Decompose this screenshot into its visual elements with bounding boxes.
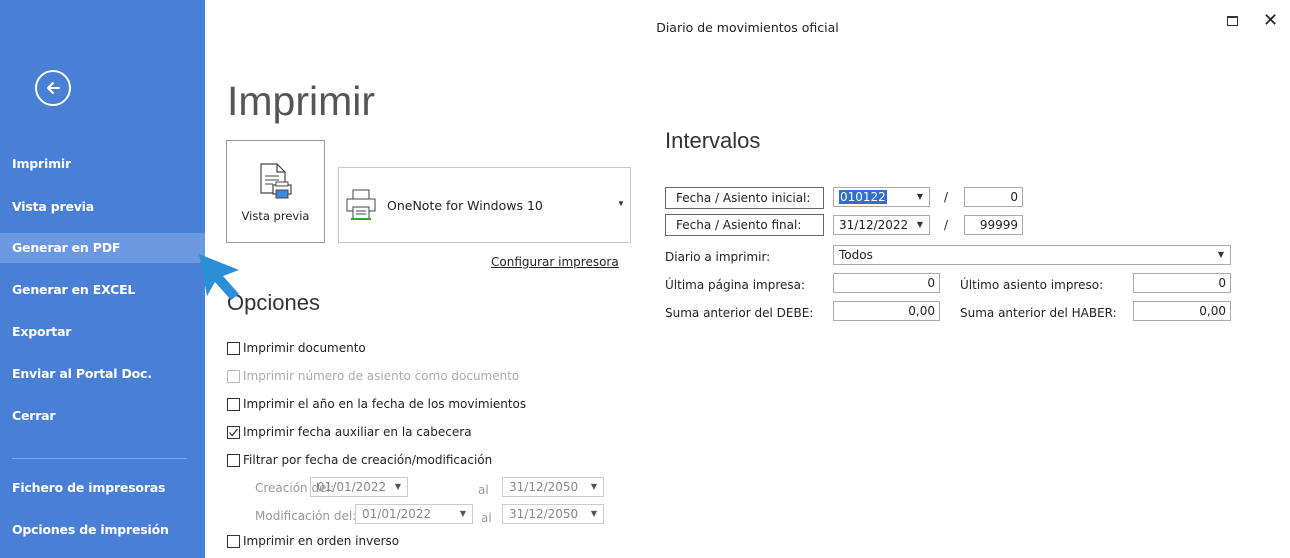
start-slash: / [944, 190, 949, 204]
start-label-button[interactable]: Fecha / Asiento inicial: [665, 187, 824, 209]
title-bar: Diario de movimientos oficial ✕ [205, 0, 1290, 55]
vista-previa-label: Vista previa [241, 209, 310, 223]
vista-previa-button[interactable]: Vista previa [226, 140, 325, 243]
modification-to-select: 31/12/2050 ▼ [502, 504, 604, 524]
intervals-title: Intervalos [665, 128, 761, 153]
chevron-down-icon: ▼ [590, 509, 597, 518]
chevron-down-icon: ▼ [394, 482, 401, 491]
checkbox [227, 369, 240, 383]
sidebar-item-imprimir[interactable]: Imprimir [0, 149, 205, 179]
haber-input[interactable]: 0,00 [1133, 301, 1231, 321]
diary-label: Diario a imprimir: [665, 250, 771, 264]
diary-select[interactable]: Todos ▼ [833, 245, 1231, 265]
creation-from-select: 01/01/2022 ▼ [310, 477, 408, 497]
pointer-arrow-icon [199, 254, 239, 300]
sidebar-item-generar-pdf[interactable]: Generar en PDF [0, 233, 205, 263]
start-date-select[interactable]: 010122 ▼ [833, 187, 930, 207]
end-date-value[interactable]: 31/12/2022 [839, 218, 908, 232]
start-seat-input[interactable]: 0 [964, 187, 1023, 207]
check-label: Imprimir fecha auxiliar en la cabecera [243, 425, 472, 439]
end-date-select[interactable]: 31/12/2022 ▼ [833, 215, 930, 235]
check-orden-inverso[interactable]: Imprimir en orden inverso [227, 533, 399, 549]
haber-label: Suma anterior del HABER: [960, 306, 1117, 320]
check-imprimir-anio[interactable]: Imprimir el año en la fecha de los movim… [227, 396, 526, 412]
chevron-down-icon: ▼ [590, 482, 597, 491]
sidebar-item-fichero-impresoras[interactable]: Fichero de impresoras [0, 473, 205, 503]
diary-value: Todos [839, 248, 873, 262]
printer-name: OneNote for Windows 10 [387, 198, 543, 213]
checkbox[interactable] [227, 534, 240, 548]
creation-to-value: 31/12/2050 [509, 480, 579, 494]
sidebar-divider [12, 458, 187, 459]
modification-from-select: 01/01/2022 ▼ [355, 504, 473, 524]
sidebar-item-enviar-portal[interactable]: Enviar al Portal Doc. [0, 359, 205, 389]
check-label: Imprimir número de asiento como document… [243, 369, 520, 383]
checkbox[interactable] [227, 397, 240, 411]
checkbox[interactable] [227, 453, 240, 467]
check-label: Imprimir el año en la fecha de los movim… [243, 397, 527, 411]
modification-to-value: 31/12/2050 [509, 507, 579, 521]
chevron-down-icon[interactable]: ▼ [917, 216, 923, 234]
printer-selector[interactable]: OneNote for Windows 10 ▼ [338, 167, 631, 243]
creation-al: al [478, 483, 489, 497]
close-icon[interactable]: ✕ [1263, 10, 1278, 31]
printer-icon [346, 189, 376, 220]
chevron-down-icon[interactable]: ▼ [1218, 246, 1224, 264]
document-printer-icon [260, 163, 292, 199]
check-label: Filtrar por fecha de creación/modificaci… [243, 453, 493, 467]
check-imprimir-fecha-auxiliar[interactable]: Imprimir fecha auxiliar en la cabecera [227, 424, 472, 440]
sidebar-item-exportar[interactable]: Exportar [0, 317, 205, 347]
last-page-label: Última página impresa: [665, 278, 806, 292]
last-page-input[interactable]: 0 [833, 273, 940, 293]
creation-from-value: 01/01/2022 [317, 480, 387, 494]
chevron-down-icon[interactable]: ▼ [617, 199, 625, 208]
window-title: Diario de movimientos oficial [656, 20, 839, 35]
debe-label: Suma anterior del DEBE: [665, 306, 814, 320]
sidebar-item-opciones-impresion[interactable]: Opciones de impresión [0, 515, 205, 545]
end-label-button[interactable]: Fecha / Asiento final: [665, 214, 824, 236]
end-seat-input[interactable]: 99999 [964, 215, 1023, 235]
last-seat-input[interactable]: 0 [1133, 273, 1231, 293]
debe-input[interactable]: 0,00 [833, 301, 940, 321]
check-label: Imprimir en orden inverso [243, 534, 400, 548]
checkmark-icon [229, 428, 239, 436]
check-imprimir-numero-asiento: Imprimir número de asiento como document… [227, 368, 519, 384]
chevron-down-icon[interactable]: ▼ [917, 188, 923, 206]
check-filtrar-fecha[interactable]: Filtrar por fecha de creación/modificaci… [227, 452, 492, 468]
back-arrow-icon[interactable] [35, 70, 71, 106]
creation-to-select: 31/12/2050 ▼ [502, 477, 604, 497]
start-date-value[interactable]: 010122 [839, 190, 887, 204]
modification-from-value: 01/01/2022 [362, 507, 432, 521]
configurar-impresora-link[interactable]: Configurar impresora [491, 255, 619, 269]
check-imprimir-documento[interactable]: Imprimir documento [227, 340, 366, 356]
sidebar-item-cerrar[interactable]: Cerrar [0, 401, 205, 431]
checkbox[interactable] [227, 341, 240, 355]
modification-al: al [481, 511, 492, 525]
maximize-icon[interactable] [1227, 16, 1238, 26]
checkbox[interactable] [227, 425, 240, 439]
sidebar: Imprimir Vista previa Generar en PDF Gen… [0, 0, 205, 558]
chevron-down-icon: ▼ [459, 509, 466, 518]
end-slash: / [944, 218, 949, 232]
last-seat-label: Último asiento impreso: [960, 278, 1104, 292]
modification-label: Modificación del: [255, 509, 357, 523]
page-title: Imprimir [227, 78, 376, 124]
sidebar-item-generar-excel[interactable]: Generar en EXCEL [0, 275, 205, 305]
check-label: Imprimir documento [243, 341, 366, 355]
sidebar-item-vista-previa[interactable]: Vista previa [0, 192, 205, 222]
